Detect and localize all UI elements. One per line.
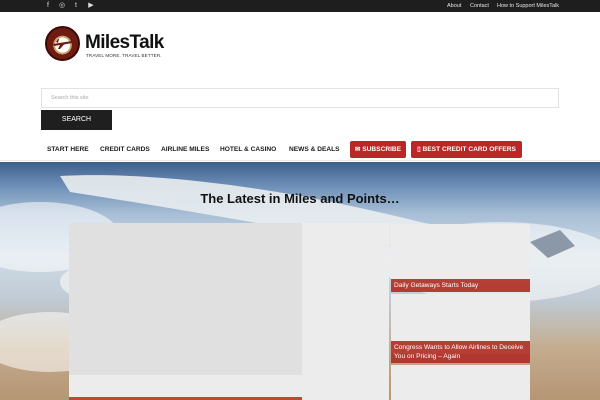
instagram-icon[interactable]: ◎	[58, 2, 66, 10]
featured-post-image[interactable]	[69, 223, 302, 375]
site-logo[interactable]: MilesTalk TRAVEL MORE. TRAVEL BETTER.	[45, 26, 164, 62]
side-post-card[interactable]	[391, 224, 530, 284]
best-card-offers-button[interactable]: ▯ BEST CREDIT CARD OFFERS	[411, 141, 522, 158]
logo-tagline: TRAVEL MORE. TRAVEL BETTER.	[86, 53, 162, 58]
subscribe-button[interactable]: ✉ SUBSCRIBE	[350, 141, 406, 158]
nav-start-here[interactable]: START HERE	[47, 141, 89, 158]
nav-news-deals[interactable]: NEWS & DEALS	[289, 141, 340, 158]
logo-badge-icon	[45, 26, 80, 61]
logo-name: MilesTalk	[85, 32, 164, 53]
nav-credit-cards[interactable]: CREDIT CARDS	[100, 141, 150, 158]
top-link-support[interactable]: How to Support MilesTalk	[497, 0, 559, 12]
hero-title: The Latest in Miles and Points…	[200, 191, 400, 206]
nav-hotel-casino[interactable]: HOTEL & CASINO	[220, 141, 276, 158]
facebook-icon[interactable]: f	[44, 2, 52, 10]
search-button[interactable]: SEARCH	[41, 110, 112, 130]
search-input[interactable]	[41, 88, 559, 108]
top-link-about[interactable]: About	[447, 0, 461, 12]
side-post-title[interactable]: Daily Getaways Starts Today	[391, 279, 530, 292]
side-post-card[interactable]	[391, 365, 530, 400]
twitter-icon[interactable]: t	[72, 2, 80, 10]
side-post-title[interactable]: Congress Wants to Allow Airlines to Dece…	[391, 341, 530, 363]
youtube-icon[interactable]: ▶	[87, 2, 95, 10]
nav-airline-miles[interactable]: AIRLINE MILES	[161, 141, 209, 158]
top-link-contact[interactable]: Contact	[470, 0, 489, 12]
